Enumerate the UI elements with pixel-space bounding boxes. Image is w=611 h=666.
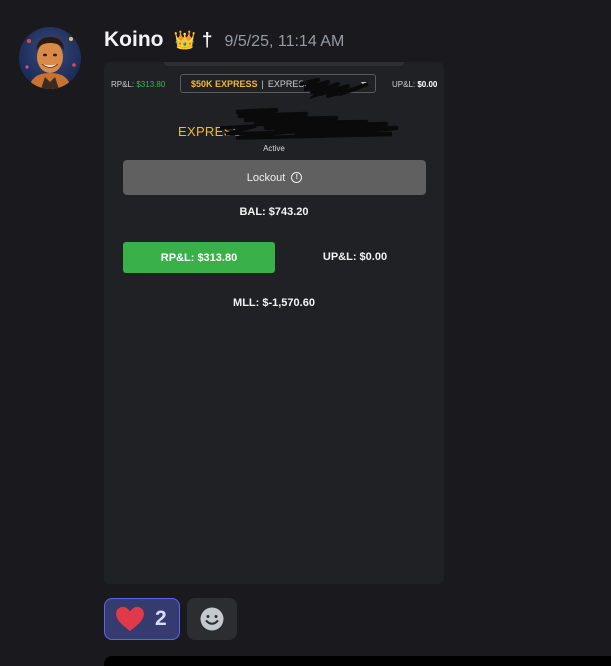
image-attachment[interactable]: RP&L: $313.80 $50K EXPRESS | EXPRESS UP&… xyxy=(104,62,444,584)
timestamp[interactable]: 9/5/25, 11:14 AM xyxy=(224,33,344,51)
smiley-icon xyxy=(200,607,224,631)
mll-text: MLL: $-1,570.60 xyxy=(233,297,315,309)
lockout-label: Lockout xyxy=(246,171,286,184)
topbar-rpl-label: RP&L: xyxy=(111,80,135,89)
topbar-upl-value: $0.00 xyxy=(417,80,438,89)
balance-text: BAL: $743.20 xyxy=(239,206,309,218)
upl-text: UP&L: $0.00 xyxy=(322,251,388,263)
avatar[interactable] xyxy=(19,27,81,89)
chevron-down-icon xyxy=(361,82,367,86)
crown-icon: 👑 xyxy=(173,30,196,50)
dagger-icon: † xyxy=(201,30,213,51)
message-header: Koino 👑 † 9/5/25, 11:14 AM xyxy=(104,28,344,54)
account-topbar: RP&L: $313.80 $50K EXPRESS | EXPRESS UP&… xyxy=(104,74,444,96)
username[interactable]: Koino xyxy=(104,28,163,52)
reaction-count: 2 xyxy=(155,607,167,630)
account-plan: $50K EXPRESS xyxy=(191,78,258,89)
top-edge xyxy=(164,62,404,66)
account-name: EXPRESS xyxy=(267,78,311,89)
account-title: EXPRESS- xyxy=(178,124,247,139)
lockout-button[interactable]: Lockout ! xyxy=(123,160,426,195)
message-composer-edge xyxy=(104,656,611,666)
topbar-upl-label: UP&L: xyxy=(392,80,416,89)
topbar-rpl: RP&L: $313.80 xyxy=(111,80,165,89)
add-reaction-button[interactable] xyxy=(187,598,237,640)
status-text: Active xyxy=(263,144,285,153)
account-select[interactable]: $50K EXPRESS | EXPRESS xyxy=(180,74,376,93)
heart-icon xyxy=(116,606,144,632)
rpl-button[interactable]: RP&L: $313.80 xyxy=(123,242,275,273)
avatar-image xyxy=(25,37,76,89)
topbar-rpl-value: $313.80 xyxy=(136,80,166,89)
info-icon: ! xyxy=(291,172,303,183)
reaction-heart-button[interactable]: 2 xyxy=(104,598,180,640)
topbar-upl: UP&L: $0.00 xyxy=(392,80,437,89)
account-separator: | xyxy=(261,78,264,89)
